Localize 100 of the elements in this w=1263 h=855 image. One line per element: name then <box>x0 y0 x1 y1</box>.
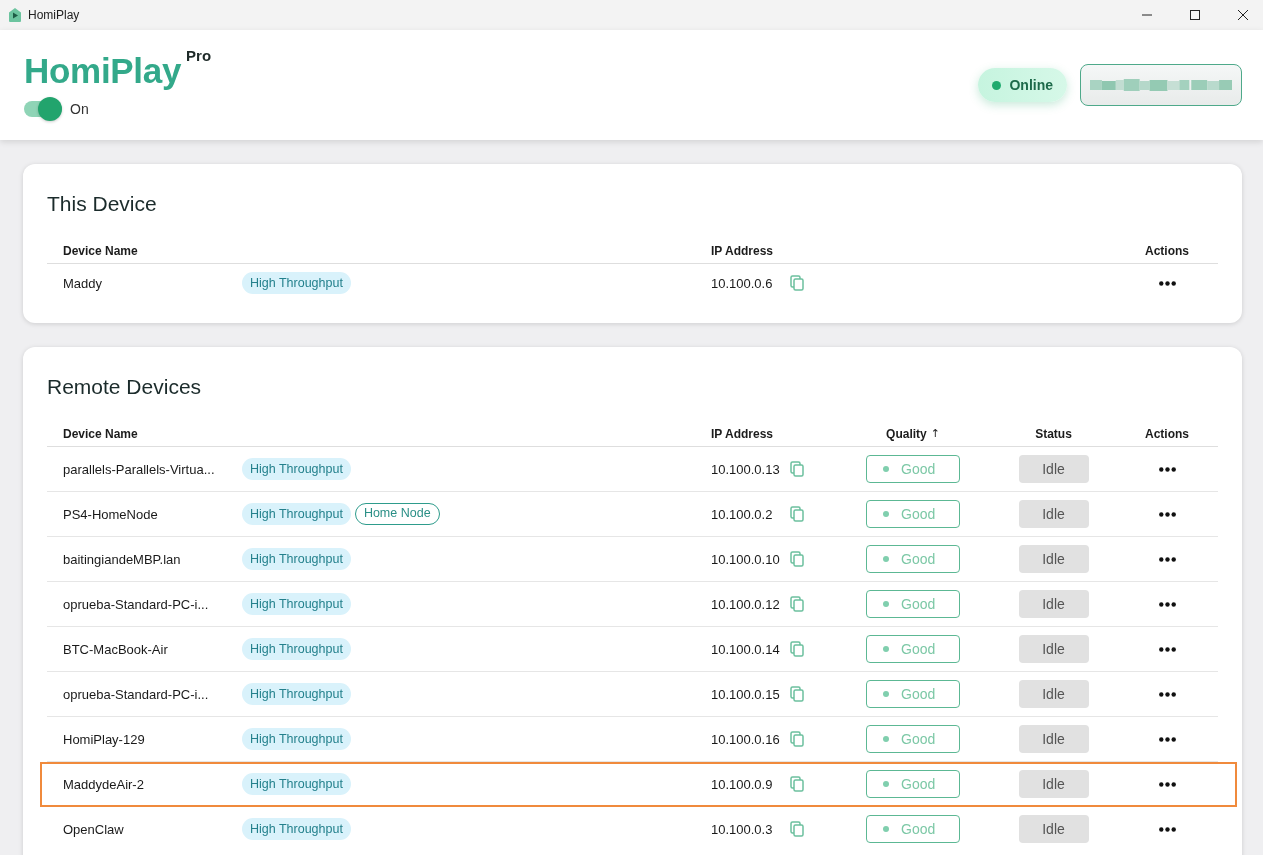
device-name: parallels-Parallels-Virtua... <box>63 461 215 477</box>
more-options-icon[interactable] <box>1158 601 1176 607</box>
ip-address: 10.100.0.12 <box>711 596 781 612</box>
quality-label: Good <box>901 461 936 477</box>
more-options-icon[interactable] <box>1158 511 1176 517</box>
more-options-icon[interactable] <box>1158 280 1176 286</box>
column-header: Status <box>1035 426 1072 441</box>
more-options-icon[interactable] <box>1158 781 1176 787</box>
status-chip: Idle <box>1018 635 1089 663</box>
window-title: HomiPlay <box>28 8 80 22</box>
more-options-icon[interactable] <box>1158 556 1176 562</box>
tag: High Throughput <box>242 683 351 705</box>
column-header: IP Address <box>711 243 774 258</box>
ip-address: 10.100.0.9 <box>711 776 774 792</box>
status-dot-icon <box>883 826 889 832</box>
device-row[interactable]: MaddydeAir-2 High Throughput 10.100.0.9 Good Idle <box>40 762 1237 807</box>
tag: High Throughput <box>242 548 351 570</box>
quality-label: Good <box>901 596 936 612</box>
ip-address: 10.100.0.6 <box>711 275 774 291</box>
status-chip: Idle <box>1018 455 1089 483</box>
app-logo-text: HomiPlay <box>24 51 182 91</box>
tag: High Throughput <box>242 773 351 795</box>
column-header: Device Name <box>63 426 138 441</box>
status-chip: Idle <box>1018 770 1089 798</box>
tag: High Throughput <box>242 458 351 480</box>
copy-icon[interactable] <box>790 641 804 657</box>
ip-address: 10.100.0.3 <box>711 821 774 837</box>
status-dot-icon <box>883 646 889 652</box>
column-header: IP Address <box>711 426 774 441</box>
ip-address: 10.100.0.15 <box>711 686 781 702</box>
device-name: Maddy <box>63 275 103 291</box>
close-icon[interactable] <box>1238 10 1248 20</box>
copy-icon[interactable] <box>790 596 804 612</box>
device-name: PS4-HomeNode <box>63 506 158 522</box>
device-row[interactable]: OpenClaw High Throughput 10.100.0.3 Good Idle <box>40 807 1237 852</box>
section-title: Remote Devices <box>47 374 203 400</box>
copy-icon[interactable] <box>790 461 804 477</box>
tag: High Throughput <box>242 503 351 525</box>
status-dot-icon <box>883 601 889 607</box>
device-row[interactable]: Maddy High Throughput 10.100.0.6 <box>40 264 1237 303</box>
account-button[interactable] <box>1080 64 1242 106</box>
status-chip: Idle <box>1018 545 1089 573</box>
copy-icon[interactable] <box>790 731 804 747</box>
power-toggle[interactable] <box>24 97 62 121</box>
more-options-icon[interactable] <box>1158 736 1176 742</box>
status-chip: Idle <box>1018 590 1089 618</box>
quality-label: Good <box>901 686 936 702</box>
copy-icon[interactable] <box>790 551 804 567</box>
tag: High Throughput <box>242 638 351 660</box>
device-name: HomiPlay-129 <box>63 731 145 747</box>
more-options-icon[interactable] <box>1158 826 1176 832</box>
copy-icon[interactable] <box>790 275 804 291</box>
tag: High Throughput <box>242 272 351 294</box>
copy-icon[interactable] <box>790 821 804 837</box>
more-options-icon[interactable] <box>1158 466 1176 472</box>
copy-icon[interactable] <box>790 506 804 522</box>
tag: Home Node <box>354 503 440 525</box>
device-name: oprueba-Standard-PC-i... <box>63 596 209 612</box>
quality-label: Good <box>901 821 936 837</box>
ip-address: 10.100.0.2 <box>711 506 774 522</box>
tag: High Throughput <box>242 728 351 750</box>
status-dot-icon <box>883 781 889 787</box>
maximize-icon[interactable] <box>1190 10 1200 20</box>
status-dot-icon <box>883 556 889 562</box>
copy-icon[interactable] <box>790 776 804 792</box>
status-chip: Idle <box>1018 500 1089 528</box>
quality-label: Good <box>901 776 936 792</box>
ip-address: 10.100.0.16 <box>711 731 781 747</box>
copy-icon[interactable] <box>790 686 804 702</box>
status-chip: Idle <box>1018 680 1089 708</box>
status-dot-icon <box>883 466 889 472</box>
quality-label: Good <box>901 551 936 567</box>
quality-label: Good <box>901 641 936 657</box>
column-header: Device Name <box>63 243 138 258</box>
sort-arrow-icon[interactable]: ↑ <box>930 427 940 440</box>
status-dot-icon <box>883 691 889 697</box>
toggle-label: On <box>70 101 89 117</box>
ip-address: 10.100.0.14 <box>711 641 781 657</box>
more-options-icon[interactable] <box>1158 646 1176 652</box>
quality-label: Good <box>901 731 936 747</box>
column-header: Actions <box>1145 243 1189 258</box>
device-name: oprueba-Standard-PC-i... <box>63 686 209 702</box>
device-name: MaddydeAir-2 <box>63 776 144 792</box>
column-header: Quality <box>886 426 927 441</box>
tag: High Throughput <box>242 593 351 615</box>
section-title: This Device <box>47 191 158 217</box>
device-name: BTC-MacBook-Air <box>63 641 168 657</box>
column-header: Actions <box>1145 426 1189 441</box>
status-chip: Idle <box>1018 815 1089 843</box>
ip-address: 10.100.0.13 <box>711 461 781 477</box>
edition-label: Pro <box>186 47 212 65</box>
device-name: baitingiandeMBP.lan <box>63 551 181 567</box>
status-chip: Idle <box>1018 725 1089 753</box>
device-name: OpenClaw <box>63 821 124 837</box>
app-logo-icon <box>8 7 22 23</box>
ip-address: 10.100.0.10 <box>711 551 781 567</box>
tag: High Throughput <box>242 818 351 840</box>
connection-label: Online <box>1009 77 1053 93</box>
more-options-icon[interactable] <box>1158 691 1176 697</box>
quality-label: Good <box>901 506 936 522</box>
